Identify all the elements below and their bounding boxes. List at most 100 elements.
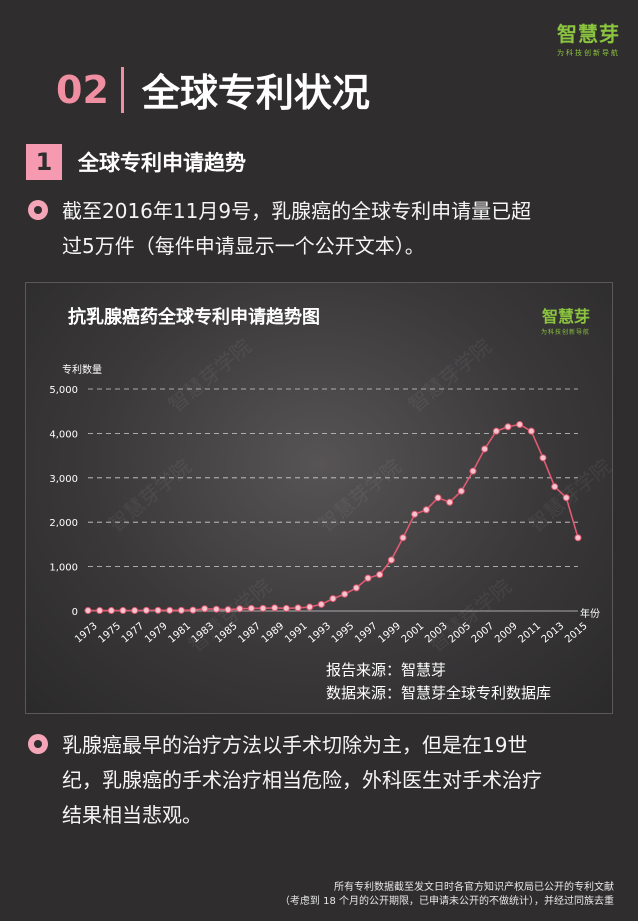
data-point bbox=[376, 571, 384, 579]
subsection-number: 1 bbox=[26, 144, 62, 180]
data-point bbox=[317, 600, 325, 608]
report-source: 报告来源：智慧芽 bbox=[326, 661, 447, 679]
watermark-text: 智慧芽学院 bbox=[424, 574, 516, 657]
x-tick-label: 1987 bbox=[236, 621, 263, 646]
data-point bbox=[341, 590, 349, 598]
y-tick-label: 0 bbox=[72, 607, 78, 618]
y-tick-label: 1,000 bbox=[49, 563, 78, 574]
data-point bbox=[189, 606, 197, 614]
patent-trend-chart: 智慧芽学院 智慧芽学院智慧芽学院 智慧芽学院 智慧芽学院智慧芽学院 智慧芽学院专利数量0… bbox=[49, 334, 612, 657]
x-tick-label: 2015 bbox=[563, 621, 590, 646]
y-tick-label: 3,000 bbox=[49, 474, 78, 485]
section-number: 02 bbox=[56, 67, 109, 112]
data-point bbox=[364, 574, 372, 582]
subsection-header: 1 全球专利申请趋势 bbox=[26, 144, 246, 180]
data-point bbox=[551, 483, 559, 491]
data-point bbox=[236, 605, 244, 613]
bullet-dot-icon bbox=[28, 200, 48, 220]
data-point bbox=[434, 494, 442, 502]
chart-brand-logo: 智慧芽 为科技创新导航 bbox=[541, 303, 590, 336]
footer-line-2: （考虑到 18 个月的公开期限，已申请未公开的不做统计），并经过同族去重 bbox=[279, 896, 614, 907]
x-tick-label: 1993 bbox=[306, 621, 333, 646]
data-point bbox=[516, 421, 524, 429]
x-tick-label: 1989 bbox=[260, 621, 287, 646]
data-point bbox=[457, 487, 465, 495]
x-tick-label: 2001 bbox=[400, 621, 427, 646]
watermark-text: 智慧芽学院 bbox=[104, 454, 196, 537]
data-point bbox=[446, 498, 454, 506]
section-divider bbox=[120, 66, 124, 113]
data-point bbox=[562, 494, 570, 502]
data-point bbox=[142, 606, 150, 614]
chart-title: 抗乳腺癌药全球专利申请趋势图 bbox=[68, 307, 320, 328]
x-axis-label: 年份 bbox=[580, 607, 600, 620]
bullet-1-line-2: 过5万件（每件申请显示一个公开文本）。 bbox=[62, 234, 425, 258]
x-tick-label: 1979 bbox=[143, 621, 170, 646]
section-header: 02 全球专利状况 bbox=[56, 62, 370, 117]
data-point bbox=[306, 603, 314, 611]
x-tick-label: 2011 bbox=[516, 621, 543, 646]
bullet-2-line-2: 纪，乳腺癌的手术治疗相当危险，外科医生对手术治疗 bbox=[62, 768, 542, 792]
brand-name: 智慧芽 bbox=[557, 22, 620, 46]
x-tick-label: 1997 bbox=[353, 621, 380, 646]
subsection-title: 全球专利申请趋势 bbox=[78, 151, 246, 175]
section-title: 全球专利状况 bbox=[141, 71, 370, 115]
footer-line-1: 所有专利数据截至发文日时各官方知识产权局已公开的专利文献 bbox=[334, 882, 614, 893]
data-point bbox=[119, 607, 127, 615]
data-point bbox=[411, 510, 419, 518]
x-tick-label: 1991 bbox=[283, 621, 310, 646]
data-point bbox=[481, 445, 489, 453]
bullet-1: 截至2016年11月9号，乳腺癌的全球专利申请量已超 过5万件（每件申请显示一个… bbox=[28, 194, 531, 264]
data-point bbox=[271, 604, 279, 612]
bullet-dot-icon bbox=[28, 734, 48, 754]
data-point bbox=[422, 506, 430, 514]
data-point bbox=[247, 604, 255, 612]
brand-tagline: 为科技创新导航 bbox=[557, 49, 620, 57]
data-point bbox=[574, 534, 582, 542]
data-point bbox=[492, 427, 500, 435]
data-point bbox=[212, 605, 220, 613]
x-tick-label: 1973 bbox=[73, 621, 100, 646]
bullet-2-line-3: 结果相当悲观。 bbox=[62, 803, 202, 827]
data-point bbox=[84, 607, 92, 615]
x-tick-label: 1975 bbox=[96, 621, 123, 646]
data-source: 数据来源：智慧芽全球专利数据库 bbox=[326, 684, 552, 702]
x-tick-label: 2013 bbox=[540, 621, 567, 646]
watermark-text: 智慧芽学院 bbox=[164, 334, 256, 417]
footer-note: 所有专利数据截至发文日时各官方知识产权局已公开的专利文献 （考虑到 18 个月的… bbox=[280, 881, 614, 909]
data-point bbox=[282, 604, 290, 612]
data-point bbox=[131, 607, 139, 615]
data-point bbox=[294, 604, 302, 612]
watermark-text: 智慧芽学院 bbox=[404, 334, 496, 417]
data-point bbox=[201, 605, 209, 613]
data-point bbox=[469, 467, 477, 475]
bullet-2: 乳腺癌最早的治疗方法以手术切除为主，但是在19世 纪，乳腺癌的手术治疗相当危险，… bbox=[28, 728, 542, 833]
x-tick-label: 1977 bbox=[120, 621, 147, 646]
data-point bbox=[399, 534, 407, 542]
data-point bbox=[96, 607, 104, 615]
bullet-2-line-1: 乳腺癌最早的治疗方法以手术切除为主，但是在19世 bbox=[62, 733, 528, 757]
data-point bbox=[177, 606, 185, 614]
data-point bbox=[352, 584, 360, 592]
data-point bbox=[154, 606, 162, 614]
bullet-1-line-1: 截至2016年11月9号，乳腺癌的全球专利申请量已超 bbox=[62, 199, 532, 223]
brand-logo: 智慧芽 为科技创新导航 bbox=[557, 18, 620, 58]
watermark-text: 智慧芽学院 bbox=[314, 454, 406, 537]
data-point bbox=[539, 454, 547, 462]
data-point bbox=[387, 556, 395, 564]
data-point bbox=[166, 606, 174, 614]
data-point bbox=[107, 607, 115, 615]
y-tick-label: 5,000 bbox=[49, 385, 78, 396]
y-tick-label: 4,000 bbox=[49, 429, 78, 440]
x-tick-label: 2009 bbox=[493, 621, 520, 646]
y-tick-label: 2,000 bbox=[49, 518, 78, 529]
chart-brand-tagline: 为科技创新导航 bbox=[540, 329, 590, 336]
data-point bbox=[504, 423, 512, 431]
chart-brand-name: 智慧芽 bbox=[541, 307, 590, 326]
data-point bbox=[259, 604, 267, 612]
x-tick-label: 1999 bbox=[376, 621, 403, 646]
data-point bbox=[224, 606, 232, 614]
x-tick-label: 1995 bbox=[330, 621, 357, 646]
chart-panel: 智慧芽学院 智慧芽学院 智慧芽学院 智慧芽学院 智慧芽学院 智慧芽学院 智慧芽学院 专利数量 0… bbox=[25, 282, 613, 714]
data-point bbox=[329, 595, 337, 603]
